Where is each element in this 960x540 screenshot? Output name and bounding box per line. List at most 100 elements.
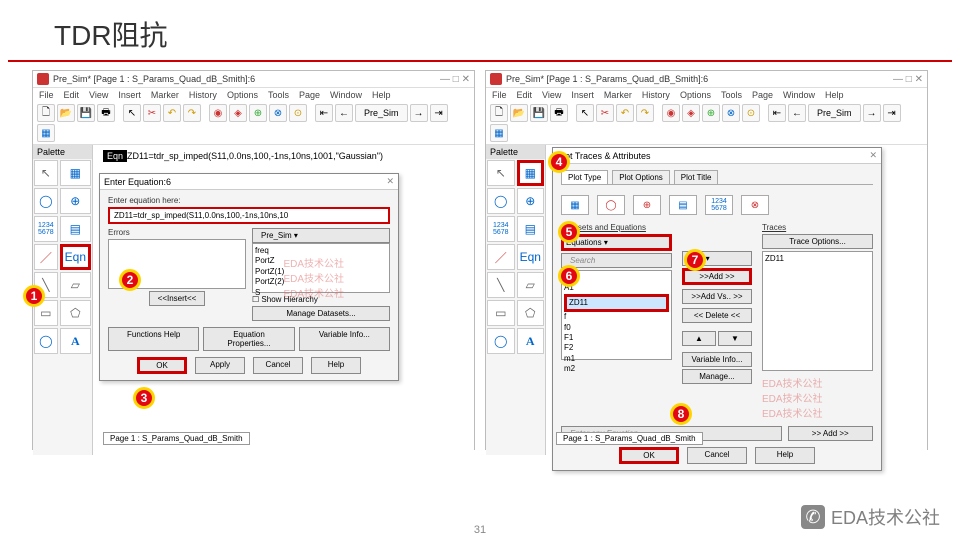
- stacked-tool[interactable]: ▤: [517, 216, 545, 242]
- redo-icon[interactable]: ↷: [636, 104, 654, 122]
- move-down-button[interactable]: ▼: [718, 331, 752, 346]
- menu-bar[interactable]: FileEditViewInsertMarkerHistoryOptionsTo…: [33, 88, 474, 102]
- apply-button[interactable]: Apply: [195, 357, 245, 374]
- toggle-icon[interactable]: ▦: [37, 124, 55, 142]
- rect-plot-tool[interactable]: ▦: [60, 160, 91, 186]
- close-icon[interactable]: ✕: [386, 176, 394, 187]
- marker1-icon[interactable]: ◉: [209, 104, 227, 122]
- available-list[interactable]: A0 A1 ZD11 f f0 F1 F2 m1 m2: [561, 270, 672, 360]
- open-icon[interactable]: 📂: [510, 104, 528, 122]
- traces-list[interactable]: ZD11: [762, 251, 873, 371]
- smith-tool[interactable]: ⊕: [60, 188, 91, 214]
- circle-tool[interactable]: ◯: [34, 328, 58, 354]
- marker3-icon[interactable]: ⊕: [702, 104, 720, 122]
- poly-tool[interactable]: ▱: [60, 272, 91, 298]
- equation-display[interactable]: EqnZD11=tdr_sp_imped(S11,0.0ns,100,-1ns,…: [103, 151, 383, 161]
- nav-next-icon[interactable]: →: [410, 104, 428, 122]
- rect-plot-tool[interactable]: ▦: [517, 160, 545, 186]
- insert-button[interactable]: <<Insert<<: [149, 291, 206, 306]
- tab-bar[interactable]: Plot Type Plot Options Plot Title: [561, 170, 873, 185]
- menu-bar[interactable]: FileEditViewInsertMarkerHistoryOptionsTo…: [486, 88, 927, 102]
- trace-options-button[interactable]: Trace Options...: [762, 234, 873, 249]
- nav-prev-icon[interactable]: ←: [788, 104, 806, 122]
- nav-first-icon[interactable]: ⇤: [315, 104, 333, 122]
- add-eq-button[interactable]: >> Add >>: [788, 426, 874, 441]
- marker2-icon[interactable]: ◈: [229, 104, 247, 122]
- window-controls[interactable]: — □ ✕: [893, 74, 923, 85]
- variable-info-button[interactable]: Variable Info...: [682, 352, 752, 367]
- cursor-icon[interactable]: ↖: [123, 104, 141, 122]
- eqn-tool[interactable]: Eqn: [60, 244, 91, 270]
- marker2-icon[interactable]: ◈: [682, 104, 700, 122]
- manage-datasets-button[interactable]: Manage Datasets...: [252, 306, 390, 321]
- line-tool[interactable]: ／: [487, 244, 515, 270]
- nav-last-icon[interactable]: ⇥: [430, 104, 448, 122]
- help-button[interactable]: Help: [311, 357, 361, 374]
- polar-tool[interactable]: ◯: [487, 188, 515, 214]
- move-up-button[interactable]: ▲: [682, 331, 716, 346]
- marker4-icon[interactable]: ⊗: [722, 104, 740, 122]
- save-icon[interactable]: 💾: [77, 104, 95, 122]
- pointer-tool[interactable]: ↖: [487, 160, 515, 186]
- cursor-icon[interactable]: ↖: [576, 104, 594, 122]
- polar-tool[interactable]: ◯: [34, 188, 58, 214]
- dataset-select[interactable]: Pre_Sim ▾: [252, 228, 390, 243]
- toolbar[interactable]: 🗋 📂 💾 🖶 ↖ ✂ ↶ ↷ ◉ ◈ ⊕ ⊗ ⊙ ⇤ ← Pre_Sim → …: [33, 102, 474, 145]
- page-tab[interactable]: Page 1 : S_Params_Quad_dB_Smith: [103, 432, 250, 445]
- dataset-combo[interactable]: Pre_Sim: [355, 104, 408, 122]
- eqn-tool[interactable]: Eqn: [517, 244, 545, 270]
- cut-icon[interactable]: ✂: [143, 104, 161, 122]
- poly2-tool[interactable]: ⬠: [517, 300, 545, 326]
- list-tool[interactable]: 12345678: [487, 216, 515, 242]
- print-icon[interactable]: 🖶: [550, 104, 568, 122]
- ok-button[interactable]: OK: [137, 357, 187, 374]
- tab-plot-title[interactable]: Plot Title: [674, 170, 719, 184]
- delete-button[interactable]: << Delete <<: [682, 308, 752, 323]
- manage-button[interactable]: Manage...: [682, 369, 752, 384]
- window-controls[interactable]: — □ ✕: [440, 74, 470, 85]
- smith-tool[interactable]: ⊕: [517, 188, 545, 214]
- add-vs-button[interactable]: >>Add Vs.. >>: [682, 289, 752, 304]
- list-tool[interactable]: 12345678: [34, 216, 58, 242]
- marker3-icon[interactable]: ⊕: [249, 104, 267, 122]
- open-icon[interactable]: 📂: [57, 104, 75, 122]
- equation-input[interactable]: ZD11=tdr_sp_imped(S11,0.0ns,100,-1ns,10n…: [108, 207, 390, 224]
- new-icon[interactable]: 🗋: [490, 104, 508, 122]
- marker5-icon[interactable]: ⊙: [289, 104, 307, 122]
- circle-tool[interactable]: ◯: [487, 328, 515, 354]
- pointer-tool[interactable]: ↖: [34, 160, 58, 186]
- undo-icon[interactable]: ↶: [616, 104, 634, 122]
- save-icon[interactable]: 💾: [530, 104, 548, 122]
- cancel-button[interactable]: Cancel: [253, 357, 303, 374]
- text-tool[interactable]: A: [517, 328, 545, 354]
- help-button[interactable]: Help: [755, 447, 815, 464]
- line2-tool[interactable]: ╲: [487, 272, 515, 298]
- canvas[interactable]: EqnZD11=tdr_sp_imped(S11,0.0ns,100,-1ns,…: [93, 145, 474, 455]
- ok-button[interactable]: OK: [619, 447, 679, 464]
- search-input[interactable]: Search: [561, 253, 672, 268]
- marker1-icon[interactable]: ◉: [662, 104, 680, 122]
- rect-tool[interactable]: ▭: [487, 300, 515, 326]
- redo-icon[interactable]: ↷: [183, 104, 201, 122]
- cut-icon[interactable]: ✂: [596, 104, 614, 122]
- marker4-icon[interactable]: ⊗: [269, 104, 287, 122]
- poly2-tool[interactable]: ⬠: [60, 300, 91, 326]
- page-tab[interactable]: Page 1 : S_Params_Quad_dB_Smith: [556, 432, 703, 445]
- new-icon[interactable]: 🗋: [37, 104, 55, 122]
- dataset-combo[interactable]: Pre_Sim: [808, 104, 861, 122]
- marker5-icon[interactable]: ⊙: [742, 104, 760, 122]
- undo-icon[interactable]: ↶: [163, 104, 181, 122]
- print-icon[interactable]: 🖶: [97, 104, 115, 122]
- equation-props-button[interactable]: Equation Properties...: [203, 327, 294, 351]
- toggle-icon[interactable]: ▦: [490, 124, 508, 142]
- close-icon[interactable]: ✕: [869, 150, 877, 161]
- nav-next-icon[interactable]: →: [863, 104, 881, 122]
- nav-first-icon[interactable]: ⇤: [768, 104, 786, 122]
- line-tool[interactable]: ／: [34, 244, 58, 270]
- toolbar[interactable]: 🗋 📂 💾 🖶 ↖ ✂ ↶ ↷ ◉ ◈ ⊕ ⊗ ⊙ ⇤ ← Pre_Sim → …: [486, 102, 927, 145]
- tab-plot-type[interactable]: Plot Type: [561, 170, 608, 184]
- functions-help-button[interactable]: Functions Help: [108, 327, 199, 351]
- canvas[interactable]: Plot Traces & Attributes✕ Plot Type Plot…: [546, 145, 927, 455]
- nav-prev-icon[interactable]: ←: [335, 104, 353, 122]
- nav-last-icon[interactable]: ⇥: [883, 104, 901, 122]
